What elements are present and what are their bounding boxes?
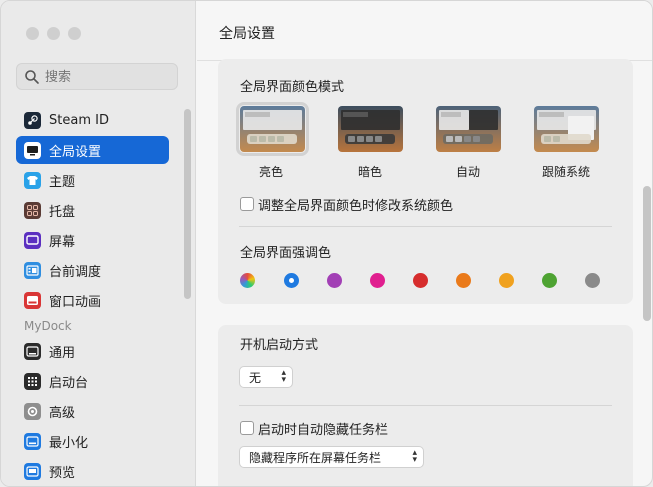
chevron-up-down-icon: ▴ ▾ [412, 448, 417, 465]
appearance-light-thumb[interactable] [236, 102, 309, 156]
startup-card: 开机启动方式 无 ▴ ▾ 启动时自动隐藏任务栏 隐藏程序所在屏幕任务栏 ▴ ▾ [218, 325, 633, 486]
accent-orange-swatch[interactable] [456, 273, 471, 288]
sidebar-item-label: 启动台 [49, 375, 89, 391]
tshirt-icon [24, 171, 41, 189]
sidebar-item-label: 最小化 [49, 435, 89, 451]
main-panel: 全局设置 全局界面颜色模式 亮色 暗色 自动 跟随系统 调整全局界面颜色时修改系… [197, 1, 652, 486]
sidebar-item-steam-id[interactable]: Steam ID [16, 106, 169, 134]
hide-mode-value: 隐藏程序所在屏幕任务栏 [249, 450, 382, 465]
selected-indicator [289, 278, 294, 283]
sidebar-item-label: 预览 [49, 465, 76, 481]
search-input[interactable] [45, 67, 173, 87]
advanced-icon [24, 402, 41, 420]
sidebar-item-window-animation[interactable]: 窗口动画 [16, 286, 169, 314]
zoom-window-button[interactable] [68, 27, 81, 40]
accent-yellow-swatch[interactable] [499, 273, 514, 288]
main-header: 全局设置 [197, 1, 652, 61]
steam-icon [24, 111, 41, 129]
sidebar-item-advanced[interactable]: 高级 [16, 397, 169, 425]
sidebar-item-label: 台前调度 [49, 264, 102, 280]
divider [239, 405, 612, 406]
autohide-taskbar-label: 启动时自动隐藏任务栏 [258, 423, 389, 438]
divider [239, 226, 612, 227]
sidebar-item-theme[interactable]: 主题 [16, 166, 169, 194]
accent-green-swatch[interactable] [542, 273, 557, 288]
sidebar-item-label: 主题 [49, 174, 76, 190]
sidebar-item-label: 屏幕 [49, 234, 76, 250]
grid-icon [24, 201, 41, 219]
main-scrollbar[interactable] [643, 186, 651, 321]
appearance-light-label: 亮色 [258, 165, 283, 179]
startup-mode-select[interactable]: 无 ▴ ▾ [239, 366, 293, 388]
page-title: 全局设置 [219, 26, 275, 42]
launchpad-icon [24, 372, 41, 390]
sidebar-item-label: 托盘 [49, 204, 76, 220]
appearance-dark-thumb[interactable] [338, 106, 403, 152]
appearance-auto-thumb[interactable] [436, 106, 501, 152]
sidebar-item-preview[interactable]: 预览 [16, 457, 169, 485]
sync-system-color-checkbox[interactable] [240, 197, 254, 211]
sidebar-item-label: Steam ID [49, 112, 109, 128]
close-window-button[interactable] [26, 27, 39, 40]
accent-graphite-swatch[interactable] [585, 273, 600, 288]
sidebar-item-global-settings[interactable]: 全局设置 [16, 136, 169, 164]
accent-purple-swatch[interactable] [327, 273, 342, 288]
sidebar-item-tray[interactable]: 托盘 [16, 196, 169, 224]
display-icon [24, 141, 41, 159]
sidebar-item-label: 高级 [49, 405, 76, 421]
accent-red-swatch[interactable] [413, 273, 428, 288]
sync-system-color-label: 调整全局界面颜色时修改系统颜色 [258, 199, 454, 214]
accent-pink-swatch[interactable] [370, 273, 385, 288]
stage-manager-icon [24, 261, 41, 279]
general-icon [24, 342, 41, 360]
accent-color-title: 全局界面强调色 [240, 246, 332, 261]
sidebar-item-label: 通用 [49, 345, 76, 361]
appearance-system-label: 跟随系统 [541, 165, 590, 179]
sidebar-item-minimize[interactable]: 最小化 [16, 427, 169, 455]
sidebar-item-label: 窗口动画 [49, 294, 102, 310]
minimize-icon [24, 432, 41, 450]
window-animation-icon [24, 291, 41, 309]
appearance-system-thumb[interactable] [534, 106, 599, 152]
screen-icon [24, 231, 41, 249]
chevron-up-down-icon: ▴ ▾ [281, 368, 286, 385]
startup-mode-value: 无 [249, 370, 262, 385]
sidebar-item-label: 全局设置 [49, 144, 102, 160]
accent-blue-swatch[interactable] [284, 273, 299, 288]
startup-mode-title: 开机启动方式 [240, 338, 319, 353]
window-controls [26, 27, 81, 40]
accent-multicolor-swatch[interactable] [240, 273, 255, 288]
sidebar: Steam ID 全局设置 主题 托盘 屏幕 [1, 1, 196, 486]
settings-window: Steam ID 全局设置 主题 托盘 屏幕 [0, 0, 653, 487]
appearance-auto-label: 自动 [455, 165, 480, 179]
search-icon [25, 70, 39, 84]
sidebar-item-general[interactable]: 通用 [16, 337, 169, 365]
sidebar-item-screen[interactable]: 屏幕 [16, 226, 169, 254]
sidebar-item-stage-manager[interactable]: 台前调度 [16, 256, 169, 284]
appearance-mode-title: 全局界面颜色模式 [240, 80, 345, 95]
section-header-mydock: MyDock [24, 319, 72, 333]
preview-icon [24, 462, 41, 480]
search-box[interactable] [16, 63, 178, 90]
sidebar-scrollbar[interactable] [184, 109, 191, 299]
autohide-taskbar-checkbox[interactable] [240, 421, 254, 435]
minimize-window-button[interactable] [47, 27, 60, 40]
sidebar-item-launchpad[interactable]: 启动台 [16, 367, 169, 395]
appearance-dark-label: 暗色 [357, 165, 382, 179]
appearance-card: 全局界面颜色模式 亮色 暗色 自动 跟随系统 调整全局界面颜色时修改系统颜色 全… [218, 59, 633, 304]
hide-mode-select[interactable]: 隐藏程序所在屏幕任务栏 ▴ ▾ [239, 446, 424, 468]
